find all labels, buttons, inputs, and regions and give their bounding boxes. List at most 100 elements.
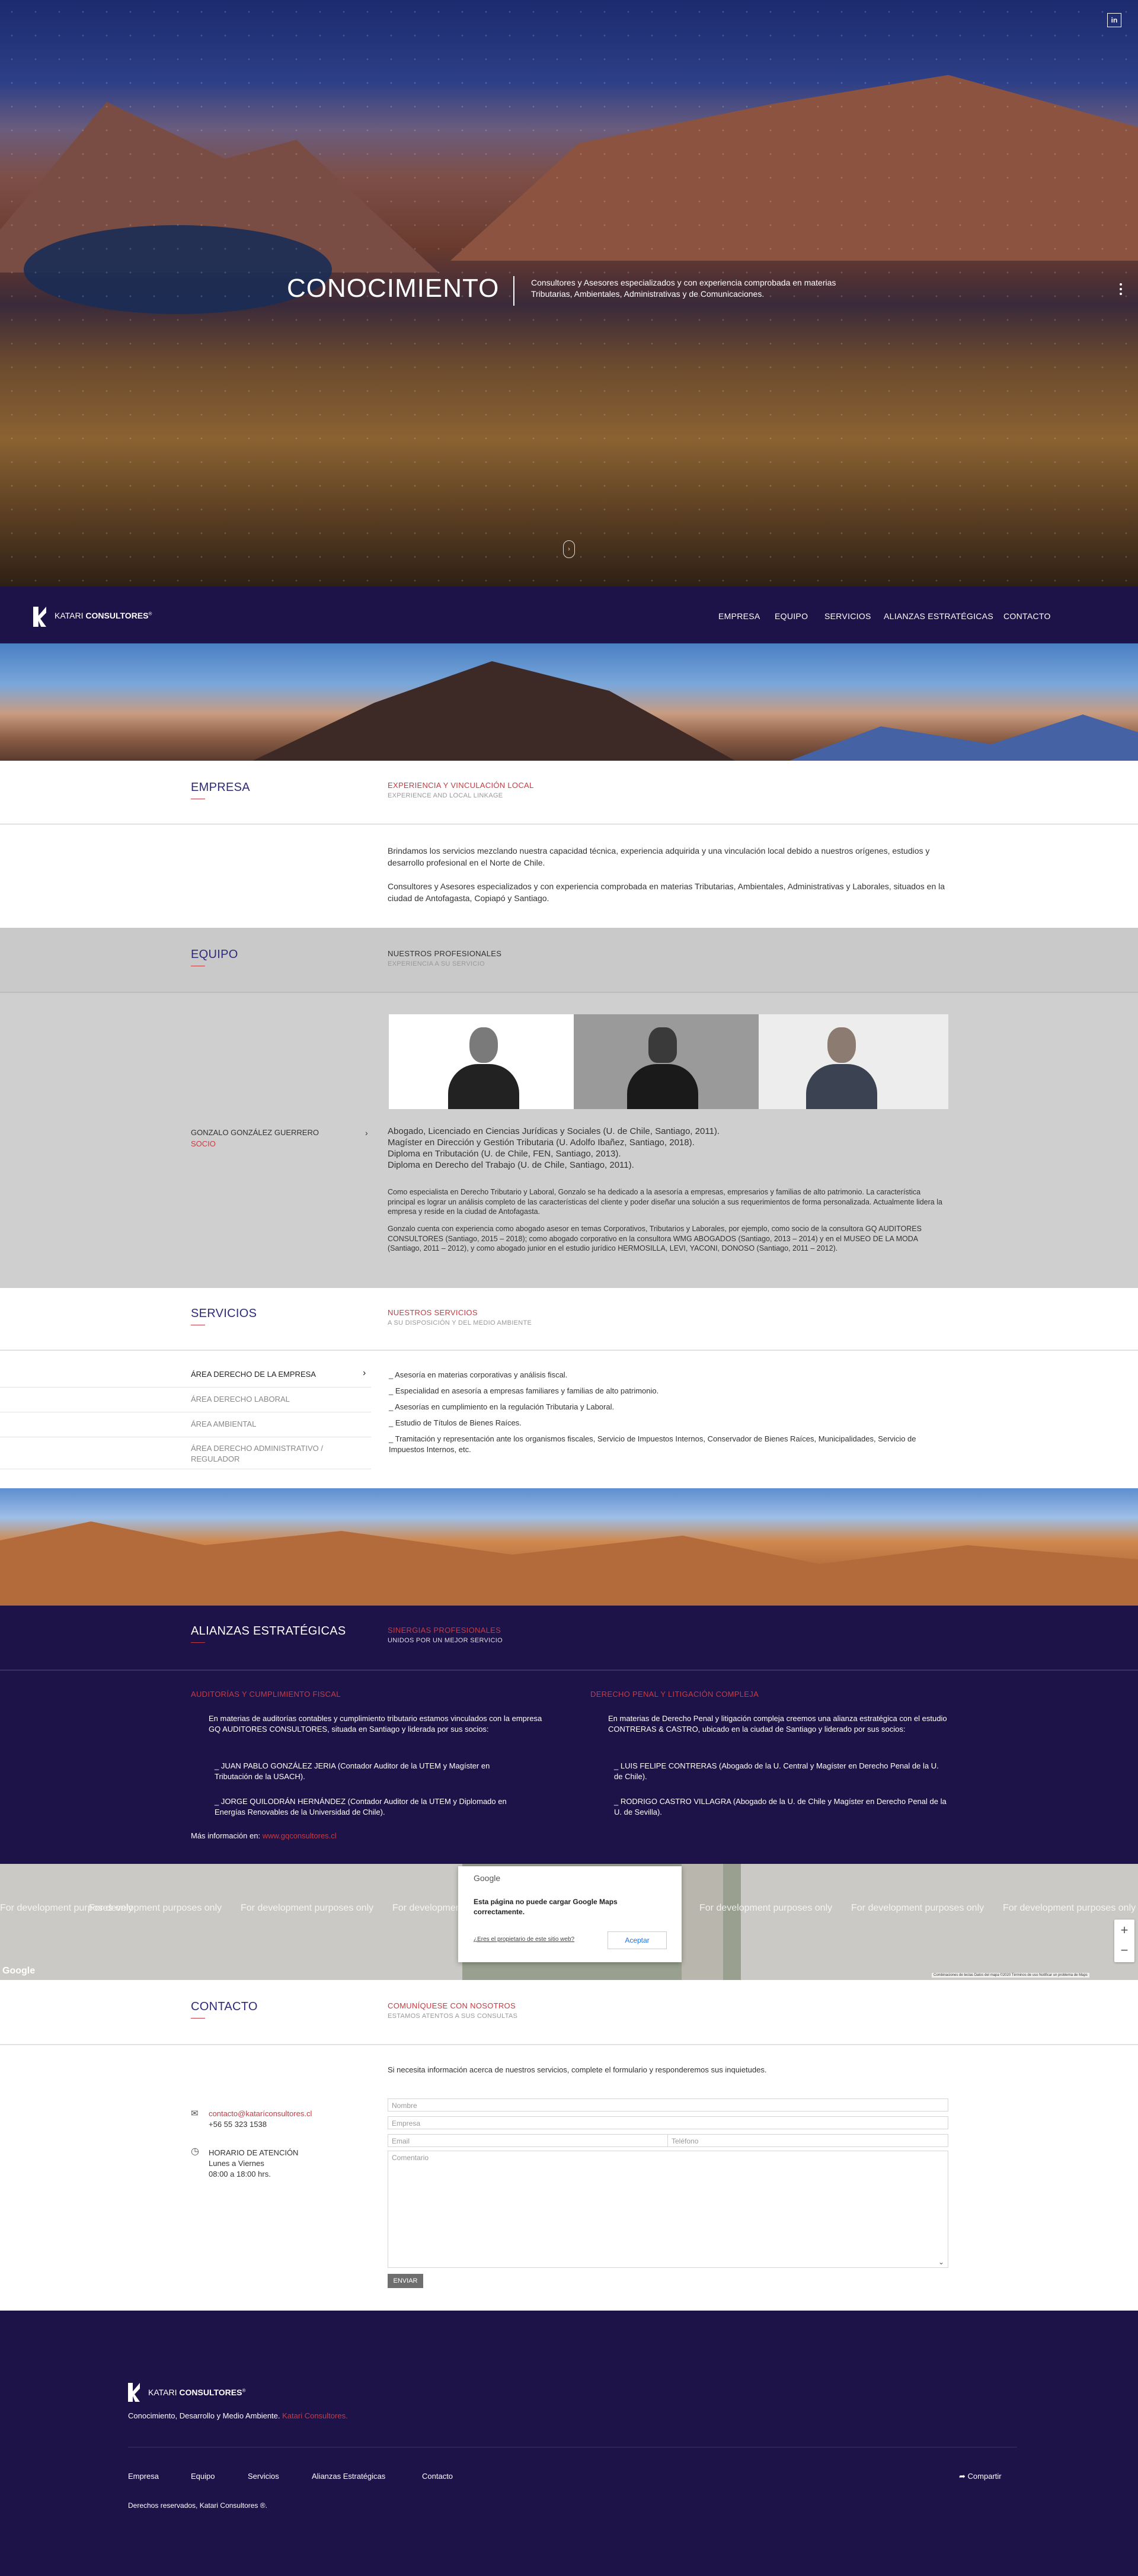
footer-link-empresa[interactable]: Empresa bbox=[128, 2472, 159, 2481]
google-logo: Google bbox=[2, 1966, 36, 1976]
credential: Diploma en Tributación (U. de Chile, FEN… bbox=[388, 1149, 621, 1159]
map-watermark: For development purposes only bbox=[851, 1903, 984, 1913]
empresa-input[interactable]: Empresa bbox=[388, 2116, 948, 2129]
email-input[interactable]: Email bbox=[388, 2134, 669, 2147]
mail-icon: ✉ bbox=[191, 2109, 199, 2119]
section-title-contacto: CONTACTO bbox=[191, 2000, 258, 2018]
clock-icon: ◷ bbox=[191, 2146, 199, 2157]
map-footer-note: Combinaciones de teclas Datos del mapa ©… bbox=[932, 1973, 1089, 1978]
service-item: _ Estudio de Títulos de Bienes Raíces. bbox=[389, 1418, 522, 1427]
team-photo[interactable] bbox=[574, 1014, 763, 1109]
section-subtitle-en: UNIDOS POR UN MEJOR SERVICIO bbox=[388, 1637, 503, 1644]
more-info: Más información en: www.gqconsultores.cl bbox=[191, 1831, 337, 1840]
section-title-empresa: EMPRESA bbox=[191, 781, 250, 799]
hero-title: CONOCIMIENTO bbox=[287, 274, 500, 303]
dialog-owner-link[interactable]: ¿Eres el propietario de este sitio web? bbox=[474, 1936, 574, 1943]
landscape-banner bbox=[0, 1488, 1138, 1606]
section-subtitle-en: ESTAMOS ATENTOS A SUS CONSULTAS bbox=[388, 2013, 518, 2020]
alliance-title: DERECHO PENAL Y LITIGACIÓN COMPLEJA bbox=[590, 1690, 759, 1699]
credential: Magíster en Dirección y Gestión Tributar… bbox=[388, 1138, 695, 1148]
divider bbox=[0, 824, 1138, 825]
service-area-tab[interactable]: ÁREA DERECHO ADMINISTRATIVO / REGULADOR bbox=[0, 1437, 371, 1469]
comentario-textarea[interactable]: Comentario ⌄ bbox=[388, 2151, 948, 2268]
scroll-down-icon[interactable]: › bbox=[563, 540, 575, 558]
hours-days: Lunes a Viernes bbox=[209, 2159, 264, 2168]
nav-link-alianzas[interactable]: ALIANZAS ESTRATÉGICAS bbox=[884, 611, 993, 621]
footer-link-equipo[interactable]: Equipo bbox=[191, 2472, 215, 2481]
alianzas-section bbox=[0, 1606, 1138, 1864]
partner-link[interactable]: www.gqconsultores.cl bbox=[263, 1831, 337, 1840]
team-photo[interactable] bbox=[389, 1014, 578, 1109]
divider bbox=[0, 1670, 1138, 1671]
service-item: _ Asesorías en cumplimiento en la regula… bbox=[389, 1402, 615, 1411]
service-area-tab[interactable]: ÁREA DERECHO LABORAL bbox=[0, 1388, 371, 1412]
map-watermark: For development purposes only bbox=[699, 1903, 833, 1913]
section-title-equipo: EQUIPO bbox=[191, 948, 238, 966]
contact-email[interactable]: contacto@kataríconsultores.cl bbox=[209, 2108, 312, 2120]
map-terrain bbox=[682, 1864, 723, 1980]
dialog-google-logo: Google bbox=[474, 1873, 501, 1883]
section-subtitle-en: EXPERIENCE AND LOCAL LINKAGE bbox=[388, 792, 503, 799]
contact-intro: Si necesita información acerca de nuestr… bbox=[388, 2065, 767, 2074]
member-bio: Como especialista en Derecho Tributario … bbox=[388, 1188, 942, 1216]
map-watermark: For development purposes only bbox=[241, 1903, 374, 1913]
footer-link-contacto[interactable]: Contacto bbox=[422, 2472, 453, 2481]
section-subtitle: EXPERIENCIA Y VINCULACIÓN LOCAL bbox=[388, 781, 534, 790]
nav-link-empresa[interactable]: EMPRESA bbox=[718, 611, 760, 621]
submit-button[interactable]: ENVIAR bbox=[388, 2274, 423, 2288]
footer-link-alianzas[interactable]: Alianzas Estratégicas bbox=[312, 2472, 385, 2481]
share-icon: ➦ bbox=[959, 2472, 966, 2481]
divider bbox=[0, 2044, 1138, 2045]
alliance-text: En materias de Derecho Penal y litigació… bbox=[608, 1714, 947, 1734]
section-subtitle: NUESTROS PROFESIONALES bbox=[388, 949, 502, 958]
contact-phone: +56 55 323 1538 bbox=[209, 2120, 267, 2129]
nav-link-servicios[interactable]: SERVICIOS bbox=[824, 611, 871, 621]
footer-tagline: Conocimiento, Desarrollo y Medio Ambient… bbox=[128, 2411, 348, 2420]
zoom-out-button[interactable]: − bbox=[1114, 1941, 1134, 1962]
section-subtitle-en: A SU DISPOSICIÓN Y DEL MEDIO AMBIENTE bbox=[388, 1319, 532, 1327]
service-area-tab[interactable]: ÁREA DERECHO DE LA EMPRESA › bbox=[0, 1363, 371, 1388]
member-name[interactable]: GONZALO GONZÁLEZ GUERRERO bbox=[191, 1127, 319, 1139]
team-photo[interactable] bbox=[759, 1014, 948, 1109]
dialog-message: Esta página no puede cargar Google Maps … bbox=[474, 1898, 618, 1916]
hero-description: Consultores y Asesores especializados y … bbox=[531, 278, 836, 299]
section-subtitle: NUESTROS SERVICIOS bbox=[388, 1308, 478, 1317]
nav-link-contacto[interactable]: CONTACTO bbox=[1003, 611, 1051, 621]
service-item: _ Especialidad en asesoría a empresas fa… bbox=[389, 1386, 659, 1395]
section-title-servicios: SERVICIOS bbox=[191, 1307, 257, 1325]
map-error-dialog: Google Esta página no puede cargar Googl… bbox=[458, 1866, 682, 1962]
footer-link-servicios[interactable]: Servicios bbox=[248, 2472, 279, 2481]
credential: Diploma en Derecho del Trabajo (U. de Ch… bbox=[388, 1160, 634, 1170]
service-area-tab[interactable]: ÁREA AMBIENTAL bbox=[0, 1412, 371, 1437]
member-bio: Gonzalo cuenta con experiencia como abog… bbox=[388, 1225, 922, 1252]
service-item: _ Asesoría en materias corporativas y an… bbox=[389, 1370, 568, 1379]
alliance-text: En materias de auditorías contables y cu… bbox=[209, 1714, 542, 1734]
divider bbox=[0, 1350, 1138, 1351]
alliance-title: AUDITORÍAS Y CUMPLIMIENTO FISCAL bbox=[191, 1690, 341, 1699]
hours-time: 08:00 a 18:00 hrs. bbox=[209, 2170, 271, 2178]
member-role: SOCIO bbox=[191, 1139, 216, 1148]
service-item: _ Tramitación y representación ante los … bbox=[389, 1434, 916, 1454]
slider-dots[interactable] bbox=[1119, 283, 1123, 297]
alliance-partner: _ JORGE QUILODRÁN HERNÁNDEZ (Contador Au… bbox=[215, 1797, 507, 1816]
map-zoom-controls: + − bbox=[1114, 1920, 1134, 1962]
chevron-right-icon[interactable]: › bbox=[365, 1127, 368, 1139]
map-watermark: For development purposes only bbox=[89, 1903, 222, 1913]
page: in CONOCIMIENTO Consultores y Asesores e… bbox=[0, 0, 1138, 2576]
landscape-banner bbox=[0, 643, 1138, 761]
nombre-input[interactable]: Nombre bbox=[388, 2098, 948, 2112]
equipo-header bbox=[0, 928, 1138, 992]
section-title-alianzas: ALIANZAS ESTRATÉGICAS bbox=[191, 1625, 346, 1643]
telefono-input[interactable]: Teléfono bbox=[667, 2134, 948, 2147]
nav-link-equipo[interactable]: EQUIPO bbox=[775, 611, 808, 621]
share-button[interactable]: ➦ Compartir bbox=[959, 2472, 1002, 2481]
empresa-paragraph: Consultores y Asesores especializados y … bbox=[388, 882, 945, 903]
credential: Abogado, Licenciado en Ciencias Jurídica… bbox=[388, 1126, 720, 1136]
linkedin-icon[interactable]: in bbox=[1107, 13, 1121, 27]
map-watermark: For development purposes only bbox=[1003, 1903, 1136, 1913]
dialog-accept-button[interactable]: Aceptar bbox=[608, 1931, 667, 1949]
zoom-in-button[interactable]: + bbox=[1114, 1920, 1134, 1941]
footer-brand: KATARI CONSULTORES® bbox=[148, 2388, 246, 2397]
nav-brand[interactable]: KATARI CONSULTORES® bbox=[55, 611, 152, 620]
section-subtitle-en: EXPERIENCIA A SU SERVICIO bbox=[388, 960, 485, 967]
